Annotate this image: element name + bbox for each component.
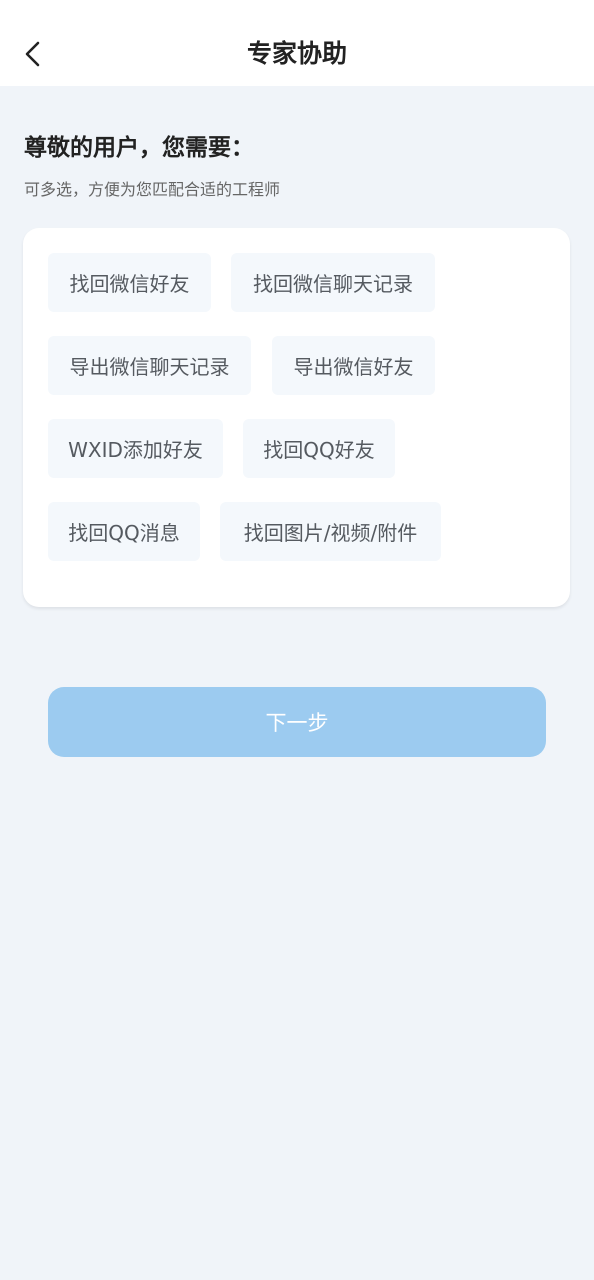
option-recover-qq-messages[interactable]: 找回QQ消息	[48, 502, 200, 561]
option-wxid-add-friend[interactable]: WXID添加好友	[48, 419, 223, 478]
option-recover-media[interactable]: 找回图片/视频/附件	[220, 502, 441, 561]
option-recover-wechat-friends[interactable]: 找回微信好友	[48, 253, 211, 312]
prompt-subheading: 可多选，方便为您匹配合适的工程师	[24, 180, 281, 199]
page-title: 专家协助	[246, 39, 347, 68]
option-recover-wechat-chat[interactable]: 找回微信聊天记录	[231, 253, 435, 312]
option-recover-qq-friends[interactable]: 找回QQ好友	[243, 419, 395, 478]
prompt-heading: 尊敬的用户，您需要：	[24, 135, 254, 161]
top-bar: 专家协助	[0, 0, 594, 86]
option-export-wechat-chat[interactable]: 导出微信聊天记录	[48, 336, 251, 395]
next-button[interactable]: 下一步	[48, 687, 546, 757]
option-export-wechat-friends[interactable]: 导出微信好友	[272, 336, 435, 395]
options-card: 找回微信好友 找回微信聊天记录 导出微信聊天记录 导出微信好友 WXID添加好友…	[23, 228, 570, 607]
